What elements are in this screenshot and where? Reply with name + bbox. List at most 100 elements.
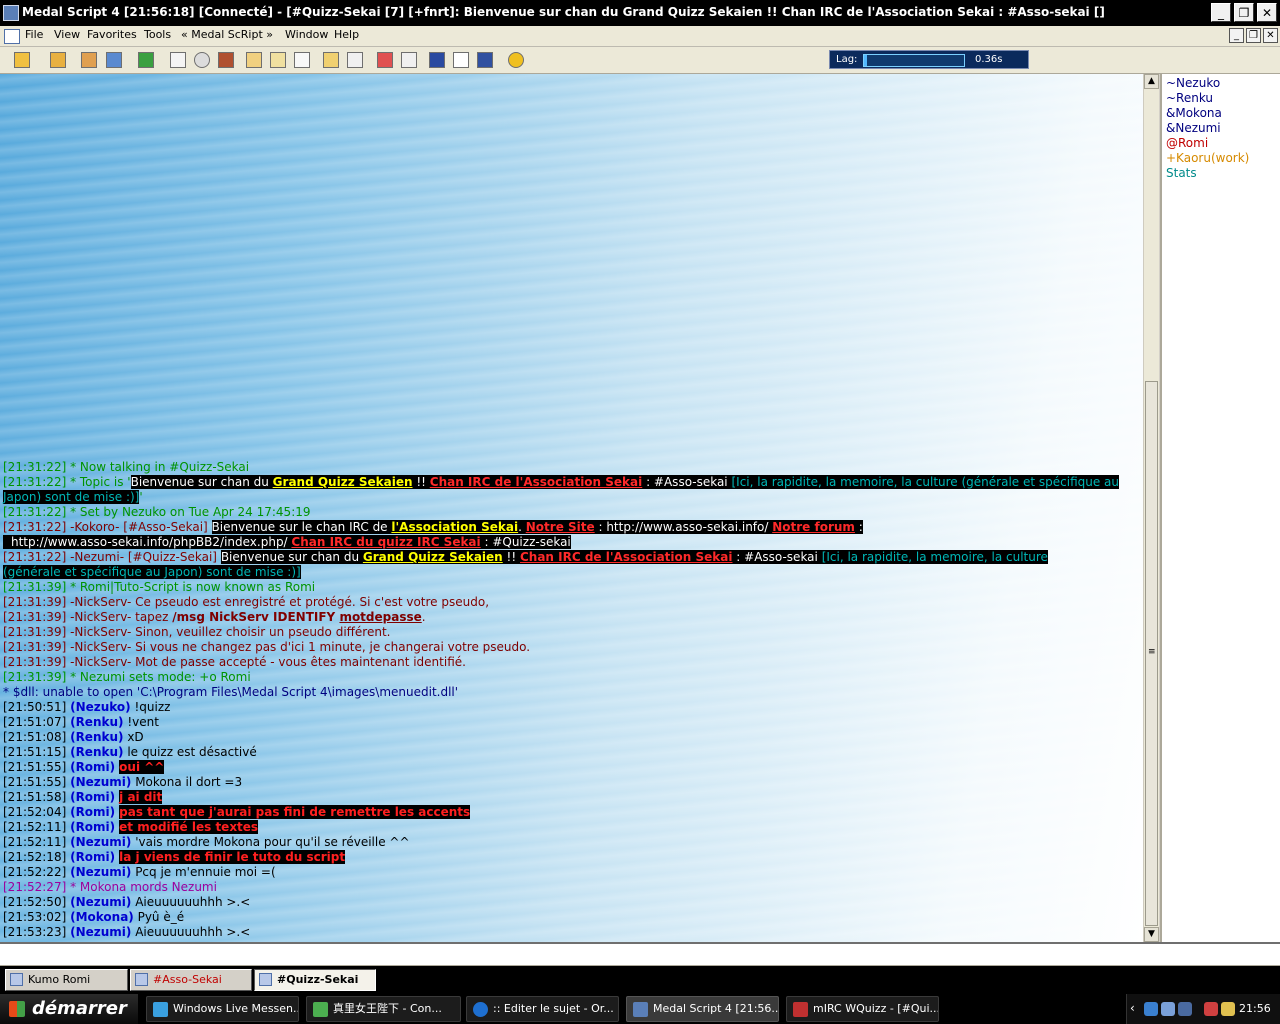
timer-icon[interactable] (194, 52, 210, 68)
colors-icon[interactable] (218, 52, 234, 68)
nick-name[interactable]: (Nezumi) (70, 895, 131, 909)
switchbar-tab-status[interactable]: Kumo Romi (5, 969, 128, 991)
window-title-bar[interactable]: Medal Script 4 [21:56:18] [Connecté] - [… (0, 0, 1280, 26)
notice-text: : (854, 520, 863, 534)
mdi-minimize-button[interactable]: _ (1229, 28, 1244, 43)
nick-name[interactable]: (Nezumi) (70, 925, 131, 939)
switchbar-tab-quizz-sekai[interactable]: #Quizz-Sekai (254, 969, 376, 991)
app-icon[interactable] (3, 5, 19, 21)
channel-window-icon[interactable] (4, 29, 20, 44)
antivirus-tray-icon[interactable] (1204, 1002, 1218, 1016)
nick-name[interactable]: (Nezumi) (70, 775, 131, 789)
nick-name[interactable]: (Renku) (70, 715, 123, 729)
timestamp: [21:53:02] (3, 910, 71, 924)
nick-list-item[interactable]: @Romi (1166, 136, 1208, 150)
restore-button[interactable]: ❐ (1234, 3, 1254, 22)
notice-link[interactable]: Notre Site (526, 520, 595, 534)
topic-highlight: Grand Quizz Sekaien (272, 475, 413, 489)
topic-text: Bienvenue sur chan du (130, 475, 273, 489)
scroll-thumb[interactable]: ≡ (1145, 381, 1158, 926)
minimize-button[interactable]: _ (1211, 3, 1231, 22)
notice-text: Bienvenue sur le chan IRC de (211, 520, 392, 534)
channels-folder-icon[interactable] (81, 52, 97, 68)
menu-favorites[interactable]: Favorites (87, 28, 137, 41)
dcc-send-icon[interactable] (246, 52, 262, 68)
nick-name[interactable]: (Mokona) (70, 910, 134, 924)
chat-window[interactable]: [21:31:22] * Now talking in #Quizz-Sekai… (0, 74, 1143, 942)
tray-expand-icon[interactable]: ‹ (1130, 1001, 1135, 1015)
chat-line: [21:31:39] -NickServ- Sinon, veuillez ch… (3, 625, 391, 639)
task-browser[interactable]: :: Editer le sujet - Or... (466, 996, 619, 1022)
address-book-icon[interactable] (106, 52, 122, 68)
nick-name[interactable]: (Romi) (70, 850, 115, 864)
connect-icon[interactable] (14, 52, 30, 68)
task-messenger[interactable]: Windows Live Messen... (146, 996, 299, 1022)
menu-medal-script[interactable]: « Medal ScRipt » (181, 28, 273, 41)
task-mirc[interactable]: mIRC WQuizz - [#Qui... (786, 996, 939, 1022)
menu-view[interactable]: View (54, 28, 80, 41)
nick-list-item[interactable]: &Mokona (1166, 106, 1222, 120)
notify-icon[interactable] (294, 52, 310, 68)
notes-icon[interactable] (347, 52, 363, 68)
nick-name[interactable]: (Romi) (70, 805, 115, 819)
help-file-icon[interactable] (401, 52, 417, 68)
task-conversation[interactable]: 真里女王陛下 - Con... (306, 996, 461, 1022)
away-icon[interactable] (377, 52, 393, 68)
timestamp: [21:51:58] (3, 790, 71, 804)
script-editor-icon[interactable] (138, 52, 154, 68)
tile-icon[interactable] (429, 52, 445, 68)
arrange-icon[interactable] (477, 52, 493, 68)
url-list-icon[interactable] (323, 52, 339, 68)
medal-icon[interactable] (508, 52, 524, 68)
nick-name[interactable]: (Romi) (70, 760, 115, 774)
chat-scrollbar[interactable]: ▲ ≡ ▼ (1143, 74, 1159, 942)
cascade-icon[interactable] (453, 52, 469, 68)
notice-link[interactable]: Chan IRC du quizz IRC Sekai (291, 535, 480, 549)
nick-list-item[interactable]: &Nezumi (1166, 121, 1221, 135)
nick-name[interactable]: (Romi) (70, 820, 115, 834)
timestamp: [21:53:23] (3, 925, 71, 939)
notice-link[interactable]: Notre forum (772, 520, 855, 534)
nick-name[interactable]: (Romi) (70, 790, 115, 804)
menu-file[interactable]: File (25, 28, 43, 41)
switchbar-tab-asso-sekai[interactable]: #Asso-Sekai (130, 969, 252, 991)
message-text: oui ^^ (119, 760, 165, 774)
chat-line: [21:31:22] * Now talking in #Quizz-Sekai (3, 460, 250, 474)
log-icon[interactable] (170, 52, 186, 68)
nick-list-item[interactable]: ~Renku (1166, 91, 1213, 105)
menu-window[interactable]: Window (285, 28, 328, 41)
volume-tray-icon[interactable] (1178, 1002, 1192, 1016)
mdi-restore-button[interactable]: ❐ (1246, 28, 1261, 43)
lag-bar (863, 54, 965, 67)
options-icon[interactable] (50, 52, 66, 68)
nick-name[interactable]: (Nezuko) (70, 700, 131, 714)
nick-list-item[interactable]: Stats (1166, 166, 1197, 180)
nick-list-item[interactable]: +Kaoru(work) (1166, 151, 1249, 165)
nick-list[interactable]: ~Nezuko ~Renku &Mokona &Nezumi @Romi +Kaoru(w… (1160, 74, 1280, 942)
close-button[interactable]: ✕ (1257, 3, 1277, 22)
url-link[interactable]: : http://www.asso-sekai.info/ (595, 520, 773, 534)
mail-tray-icon[interactable] (1221, 1002, 1235, 1016)
network-tray-icon[interactable] (1161, 1002, 1175, 1016)
scroll-up-button[interactable]: ▲ (1144, 74, 1159, 89)
grip-icon: ≡ (1148, 647, 1156, 657)
messenger-tray-icon[interactable] (1144, 1002, 1158, 1016)
url-link[interactable]: http://www.asso-sekai.info/phpBB2/index.… (3, 535, 291, 549)
notice-text: . (518, 520, 526, 534)
message-input[interactable] (0, 942, 1280, 966)
nick-name[interactable]: (Nezumi) (70, 865, 131, 879)
menu-tools[interactable]: Tools (144, 28, 171, 41)
menu-help[interactable]: Help (334, 28, 359, 41)
notice-text: !! (502, 550, 520, 564)
start-button[interactable]: démarrer (0, 994, 138, 1024)
nick-name[interactable]: (Renku) (70, 745, 123, 759)
task-medal-script[interactable]: Medal Script 4 [21:56... (626, 996, 779, 1022)
dcc-chat-icon[interactable] (270, 52, 286, 68)
timestamp-text: [21:31:22] * Topic is ' (3, 475, 131, 489)
mdi-close-button[interactable]: ✕ (1263, 28, 1278, 43)
nick-list-item[interactable]: ~Nezuko (1166, 76, 1220, 90)
nick-name[interactable]: (Renku) (70, 730, 123, 744)
task-label: 真里女王陛下 - Con... (333, 1002, 442, 1015)
nick-name[interactable]: (Nezumi) (70, 835, 131, 849)
scroll-down-button[interactable]: ▼ (1144, 927, 1159, 942)
